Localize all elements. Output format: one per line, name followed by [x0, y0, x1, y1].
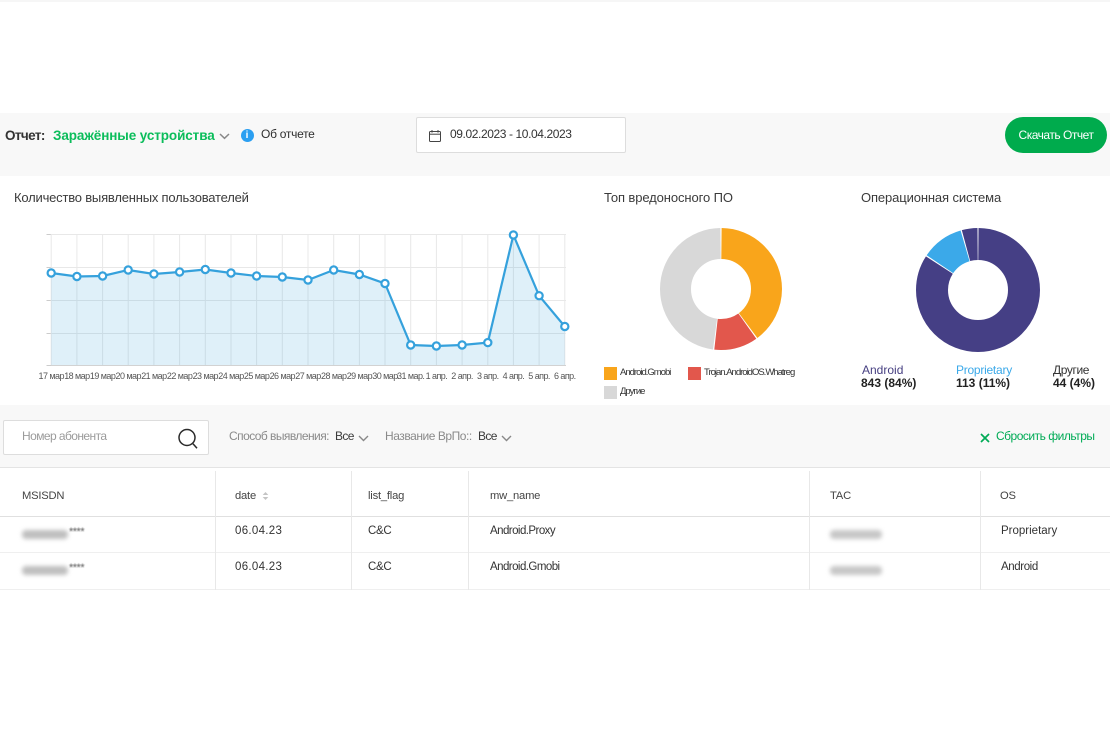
svg-text:4 апр.: 4 апр. [503, 371, 525, 381]
svg-text:25 мар: 25 мар [244, 371, 270, 381]
svg-text:3 апр.: 3 апр. [477, 371, 499, 381]
svg-text:29 мар: 29 мар [347, 371, 373, 381]
svg-text:20 мар: 20 мар [115, 371, 141, 381]
svg-text:24 мар: 24 мар [218, 371, 244, 381]
svg-text:26 мар: 26 мар [270, 371, 296, 381]
svg-text:31 мар.: 31 мар. [397, 371, 424, 381]
svg-text:1 апр.: 1 апр. [426, 371, 448, 381]
svg-text:18 мар: 18 мар [64, 371, 90, 381]
svg-text:27 мар: 27 мар [295, 371, 321, 381]
svg-text:23 мар: 23 мар [193, 371, 219, 381]
svg-text:6 апр.: 6 апр. [554, 371, 576, 381]
svg-text:5 апр.: 5 апр. [528, 371, 550, 381]
svg-text:22 мар: 22 мар [167, 371, 193, 381]
svg-text:21 мар: 21 мар [141, 371, 167, 381]
svg-text:19 мар: 19 мар [90, 371, 116, 381]
svg-text:2 апр.: 2 апр. [451, 371, 473, 381]
svg-text:28 мар: 28 мар [321, 371, 347, 381]
svg-text:17 мар: 17 мар [38, 371, 64, 381]
svg-text:30 мар: 30 мар [372, 371, 398, 381]
